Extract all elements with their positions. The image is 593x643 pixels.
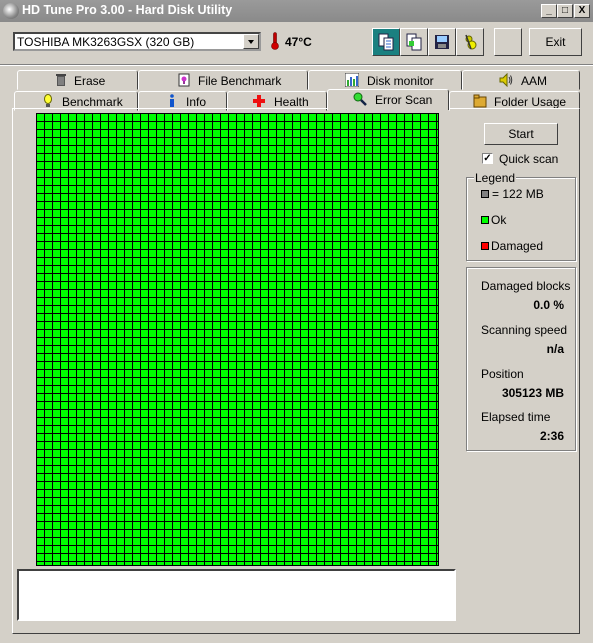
lightbulb-icon xyxy=(44,94,52,107)
exit-button[interactable]: Exit xyxy=(529,28,582,56)
elapsed-time-value: 2:36 xyxy=(539,429,564,443)
legend-unit-label: = 122 MB xyxy=(492,187,544,201)
quick-scan-checkbox[interactable]: ✓ xyxy=(482,153,493,164)
scanning-speed-value: n/a xyxy=(546,342,564,356)
legend-swatch-unit xyxy=(481,190,489,198)
copy-screenshot-icon xyxy=(406,33,422,51)
tab-erase-label: Erase xyxy=(74,74,106,88)
copy-screenshot-button[interactable] xyxy=(400,28,428,56)
tab-error-scan-label: Error Scan xyxy=(375,93,433,107)
tab-file-benchmark[interactable]: File Benchmark xyxy=(138,70,308,90)
scan-block-grid xyxy=(36,113,439,566)
magnifier-icon xyxy=(353,92,367,106)
toolbar-separator xyxy=(0,64,593,66)
tab-erase[interactable]: Erase xyxy=(17,70,138,90)
disk-monitor-icon xyxy=(345,73,359,87)
tab-aam-label: AAM xyxy=(521,74,548,88)
damaged-blocks-label: Damaged blocks xyxy=(481,279,571,293)
copy-info-icon xyxy=(378,33,394,51)
tab-error-scan[interactable]: Error Scan xyxy=(327,89,449,110)
minimize-button[interactable]: _ xyxy=(541,4,557,18)
tab-file-benchmark-label: File Benchmark xyxy=(198,74,282,88)
copy-info-button[interactable] xyxy=(372,28,400,56)
info-icon xyxy=(170,94,174,107)
legend-swatch-ok xyxy=(481,216,489,224)
elapsed-time-label: Elapsed time xyxy=(481,410,551,424)
thermometer-icon xyxy=(271,32,279,50)
quick-scan-label: Quick scan xyxy=(499,152,559,166)
trash-icon xyxy=(56,74,66,86)
drive-select-value: TOSHIBA MK3263GSX (320 GB) xyxy=(17,35,195,49)
health-cross-icon xyxy=(253,95,265,107)
title-bar: HD Tune Pro 3.00 - Hard Disk Utility _ □… xyxy=(0,0,593,22)
speaker-icon xyxy=(499,73,513,87)
damaged-blocks-value: 0.0 % xyxy=(533,298,564,312)
save-button[interactable] xyxy=(428,28,456,56)
maximize-button[interactable]: □ xyxy=(557,4,573,18)
start-button[interactable]: Start xyxy=(484,123,558,145)
tab-disk-monitor-label: Disk monitor xyxy=(367,74,434,88)
legend-swatch-damaged xyxy=(481,242,489,250)
legend-title: Legend xyxy=(474,171,517,185)
window-title: HD Tune Pro 3.00 - Hard Disk Utility xyxy=(22,3,233,17)
save-icon xyxy=(435,35,449,49)
legend-damaged-label: Damaged xyxy=(491,239,544,253)
tab-aam[interactable]: AAM xyxy=(462,70,580,90)
position-label: Position xyxy=(481,367,524,381)
app-icon xyxy=(3,3,19,19)
blank-toolbar-button[interactable] xyxy=(494,28,522,56)
options-icon xyxy=(465,34,477,50)
checkmark-icon: ✓ xyxy=(483,153,492,164)
scanning-speed-label: Scanning speed xyxy=(481,323,568,337)
chevron-down-icon[interactable] xyxy=(243,34,259,49)
legend-ok-label: Ok xyxy=(491,213,507,227)
file-benchmark-icon xyxy=(178,73,190,87)
options-button[interactable] xyxy=(456,28,484,56)
tab-disk-monitor[interactable]: Disk monitor xyxy=(308,70,462,90)
log-output-box[interactable] xyxy=(17,569,456,621)
temperature-readout: 47°C xyxy=(285,35,312,49)
drive-select[interactable]: TOSHIBA MK3263GSX (320 GB) xyxy=(13,32,261,51)
folder-icon xyxy=(473,94,487,108)
position-value: 305123 MB xyxy=(501,386,564,400)
close-button[interactable]: X xyxy=(574,4,590,18)
